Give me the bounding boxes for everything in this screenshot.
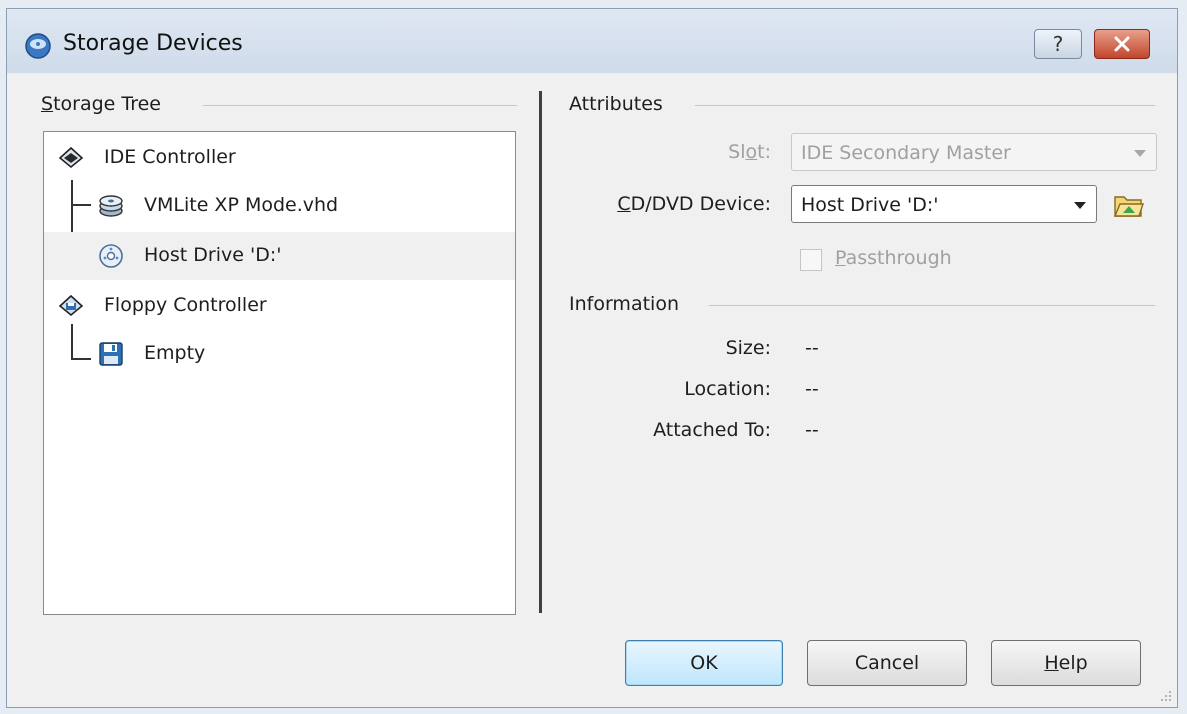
attributes-separator	[695, 105, 1155, 106]
location-value: --	[805, 378, 819, 400]
slot-label: Slot:	[728, 141, 771, 163]
close-button[interactable]	[1094, 29, 1150, 59]
slot-label-prefix: Sl	[728, 141, 746, 163]
help-label-rest: elp	[1058, 652, 1088, 674]
cd-dvd-device-label: CD/DVD Device:	[617, 193, 771, 215]
chevron-down-icon	[1074, 202, 1086, 209]
tree-item-ide-controller[interactable]: IDE Controller	[44, 134, 515, 182]
cancel-button[interactable]: Cancel	[807, 640, 967, 686]
ok-button[interactable]: OK	[625, 640, 783, 686]
size-label: Size:	[725, 337, 771, 359]
title-bar[interactable]: Storage Devices ?	[7, 9, 1177, 73]
cd-dvd-device-mnemonic: C	[617, 193, 631, 215]
cd-dvd-device-combobox[interactable]: Host Drive 'D:'	[791, 185, 1097, 223]
open-folder-icon[interactable]	[1113, 191, 1145, 219]
location-label: Location:	[684, 378, 771, 400]
tree-item-label: Host Drive 'D:'	[144, 244, 282, 266]
ide-controller-icon	[58, 146, 84, 169]
panel-divider[interactable]	[539, 91, 542, 613]
passthrough-mnemonic: P	[835, 247, 846, 269]
cd-dvd-icon	[99, 244, 123, 268]
passthrough-label-rest: assthrough	[845, 247, 952, 269]
storage-tree-separator	[203, 105, 517, 106]
floppy-disk-icon	[99, 342, 123, 366]
storage-tree-label: Storage Tree	[41, 93, 161, 115]
cd-dvd-device-label-rest: D/DVD Device:	[630, 193, 771, 215]
information-label: Information	[569, 293, 679, 315]
storage-devices-dialog: Storage Devices ? Storage Tree IDE Contr…	[6, 8, 1178, 708]
passthrough-label: Passthrough	[835, 247, 952, 269]
tree-item-host-drive[interactable]: Host Drive 'D:'	[44, 232, 515, 280]
information-separator	[709, 305, 1155, 306]
help-title-button[interactable]: ?	[1034, 29, 1082, 59]
passthrough-checkbox[interactable]	[800, 249, 822, 271]
storage-tree-label-rest: torage Tree	[53, 93, 161, 115]
resize-grip-icon[interactable]	[1159, 689, 1173, 703]
close-icon	[1114, 36, 1130, 52]
attached-to-value: --	[805, 419, 819, 441]
floppy-controller-icon	[58, 294, 84, 317]
tree-item-hard-disk[interactable]: VMLite XP Mode.vhd	[44, 182, 515, 230]
hard-disk-icon	[99, 195, 123, 217]
storage-disk-icon	[25, 33, 51, 59]
attached-to-label: Attached To:	[653, 419, 771, 441]
help-mnemonic: H	[1044, 652, 1059, 674]
attributes-label: Attributes	[569, 93, 663, 115]
tree-item-floppy-controller[interactable]: Floppy Controller	[44, 282, 515, 330]
size-value: --	[805, 337, 819, 359]
tree-item-label: Floppy Controller	[104, 294, 267, 316]
help-button[interactable]: Help	[991, 640, 1141, 686]
chevron-down-icon	[1134, 150, 1146, 157]
tree-item-label: Empty	[144, 342, 206, 364]
storage-tree[interactable]: IDE Controller VMLite XP Mode.vhd Host D…	[43, 131, 516, 615]
slot-combobox[interactable]: IDE Secondary Master	[791, 133, 1157, 171]
slot-label-suffix: t:	[757, 141, 771, 163]
slot-value: IDE Secondary Master	[801, 142, 1011, 164]
tree-item-label: VMLite XP Mode.vhd	[144, 194, 339, 216]
storage-tree-mnemonic: S	[41, 93, 54, 115]
window-title: Storage Devices	[63, 31, 243, 56]
slot-label-mnemonic: o	[745, 141, 758, 163]
cd-dvd-device-value: Host Drive 'D:'	[801, 194, 939, 216]
tree-item-label: IDE Controller	[104, 146, 236, 168]
tree-item-empty-floppy[interactable]: Empty	[44, 330, 515, 378]
